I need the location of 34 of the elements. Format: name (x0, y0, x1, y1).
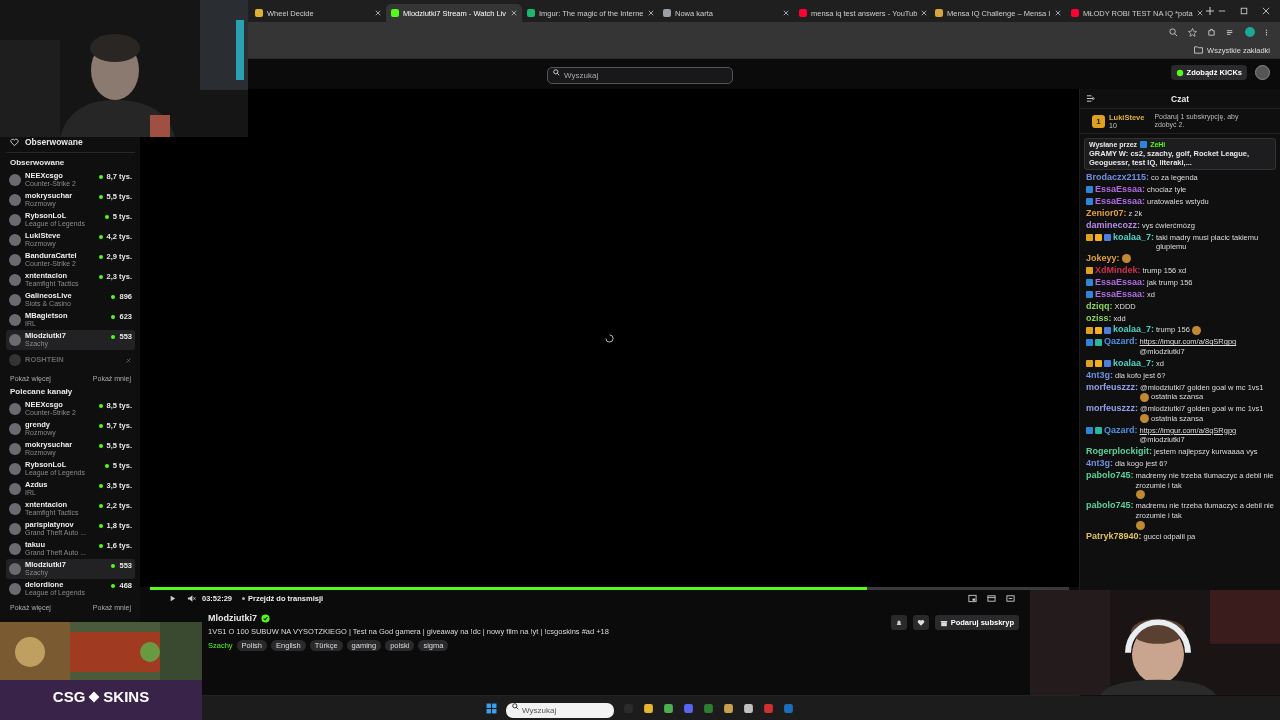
chat-username[interactable]: EssaEssaa: (1095, 196, 1146, 207)
section-heading: Obserwowane (10, 158, 66, 167)
chat-username[interactable]: daminecozz: (1086, 220, 1140, 231)
chat-username[interactable]: 4nt3g: (1086, 458, 1113, 469)
chat-username[interactable]: EssaEssaa: (1095, 277, 1146, 288)
sidebar-title: Obserwowane (25, 137, 83, 147)
chat-username[interactable]: Jokeyy: (1086, 254, 1120, 264)
taskbar-search-field[interactable]: Wyszukaj (506, 702, 614, 718)
chat-username[interactable]: koalaa_7: (1113, 358, 1155, 369)
ad-brand-text: SKINS (103, 688, 150, 705)
chat-username[interactable]: Brodaczx2115: (1086, 173, 1150, 183)
chat-username[interactable]: koalaa_7: (1113, 232, 1155, 243)
chat-username[interactable]: 4nt3g: (1086, 370, 1113, 381)
chat-username[interactable]: oziss: (1086, 313, 1112, 324)
chat-username[interactable]: dziqq: (1086, 301, 1113, 312)
chat-username[interactable]: Zenior07: (1086, 208, 1127, 219)
chat-username[interactable]: koalaa_7: (1113, 325, 1155, 336)
chat-username[interactable]: Rogerplockigit: (1086, 447, 1152, 457)
rank-badge: 1 (1092, 114, 1105, 128)
chat-username[interactable]: morfeuszzz: (1086, 404, 1138, 414)
chat-username[interactable]: pabolo745: (1086, 501, 1134, 512)
chat-username[interactable]: EssaEssaa: (1095, 185, 1146, 195)
chat-username[interactable]: morfeuszzz: (1086, 382, 1138, 393)
chat-username[interactable]: XdMindek: (1095, 265, 1141, 276)
chat-username[interactable]: pabolo745: (1086, 470, 1134, 481)
chat-username[interactable]: Qazard: (1104, 337, 1138, 348)
chat-username[interactable]: Qazard: (1104, 425, 1138, 436)
ad-brand-text: CSG (52, 688, 86, 705)
channel-name[interactable]: Mlodziutki7 (208, 613, 257, 623)
chat-username[interactable]: Patryk78940: (1086, 531, 1142, 542)
chat-username[interactable]: EssaEssaa: (1095, 289, 1146, 300)
chat-title: Czat (1171, 93, 1189, 104)
section-heading: Polecane kanały (10, 387, 74, 396)
search-field[interactable]: Wyszukaj (547, 67, 733, 84)
